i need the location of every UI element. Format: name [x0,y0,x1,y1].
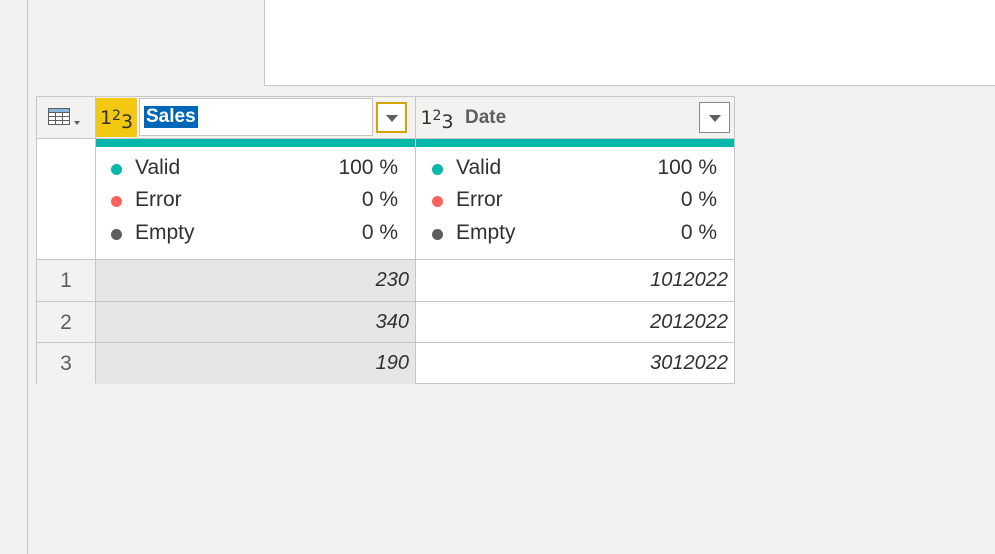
column-header-sales[interactable]: 123 Sales [95,97,415,138]
row-number[interactable]: 1 [37,260,95,301]
grid-divider [37,138,734,139]
table-cell-date[interactable]: 2012022 [416,302,734,343]
table-icon [48,108,70,125]
table-menu-button[interactable] [37,97,95,138]
column-filter-button-sales[interactable] [376,102,407,133]
grid-divider [95,97,96,383]
error-dot-icon [111,196,122,207]
quality-error: Error 0 % [416,186,734,214]
valid-dot-icon [111,164,122,175]
column-name-input[interactable]: Sales [139,98,373,136]
chevron-down-icon [385,114,398,122]
column-quality-bar-sales [95,139,415,147]
chevron-down-icon [708,114,721,122]
table-cell-date[interactable]: 1012022 [416,260,734,301]
column-filter-button-date[interactable] [699,102,730,133]
column-quality-sales: Valid 100 % Error 0 % Empty 0 % [95,147,415,259]
error-dot-icon [432,196,443,207]
data-grid: 123 Sales 123 Date Valid 100 % Error 0 %… [36,96,735,384]
row-number[interactable]: 3 [37,343,95,384]
column-quality-date: Valid 100 % Error 0 % Empty 0 % [416,147,734,259]
quality-error: Error 0 % [95,186,415,214]
column-name-date: Date [465,107,507,128]
quality-valid: Valid 100 % [416,154,734,182]
quality-valid: Valid 100 % [95,154,415,182]
row-number[interactable]: 2 [37,302,95,343]
valid-dot-icon [432,164,443,175]
empty-dot-icon [111,229,122,240]
table-cell-sales[interactable]: 190 [95,343,415,384]
grid-divider [415,97,416,383]
table-cell-sales[interactable]: 340 [95,302,415,343]
quality-empty: Empty 0 % [416,219,734,247]
table-cell-date[interactable]: 3012022 [416,343,734,384]
grid-divider [37,301,734,302]
grid-divider [37,259,734,260]
column-header-date[interactable]: 123 Date [416,97,734,138]
whole-number-type-icon[interactable]: 123 [416,97,458,138]
empty-dot-icon [432,229,443,240]
whole-number-type-icon[interactable]: 123 [96,98,137,137]
chevron-down-icon [74,121,80,125]
formula-area [264,0,995,86]
table-cell-sales[interactable]: 230 [95,260,415,301]
quality-empty: Empty 0 % [95,219,415,247]
quality-row-header [37,139,95,259]
column-quality-bar-date [416,139,734,147]
column-name-sales: Sales [144,106,198,128]
grid-divider [37,342,734,343]
left-panel-edge [0,0,28,554]
